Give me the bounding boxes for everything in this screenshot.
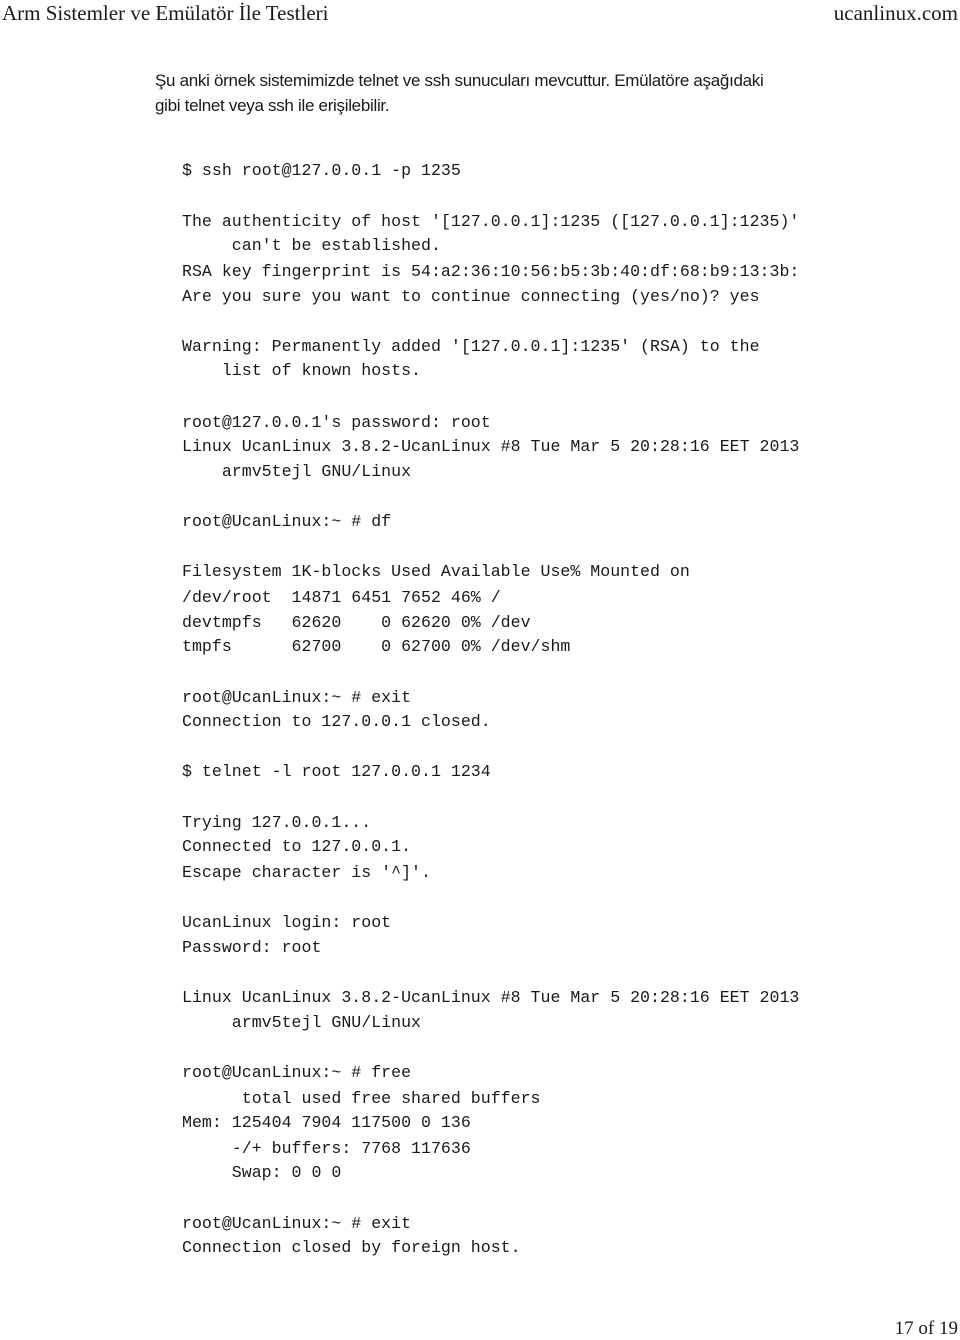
df-header-row: Filesystem 1K-blocks Used Available Use%…	[182, 562, 690, 581]
document-title: Arm Sistemler ve Emülatör İle Testleri	[2, 1, 329, 25]
df-row: devtmpfs 62620 0 62620 0% /dev	[182, 613, 531, 632]
output-line: Are you sure you want to continue connec…	[182, 287, 760, 306]
df-row: /dev/root 14871 6451 7652 46% /	[182, 588, 501, 607]
output-line: Connection closed by foreign host.	[182, 1238, 521, 1257]
output-line: Linux UcanLinux 3.8.2-UcanLinux #8 Tue M…	[182, 437, 800, 456]
output-line: Connected to 127.0.0.1.	[182, 837, 412, 856]
output-line: The authenticity of host '[127.0.0.1]:12…	[182, 212, 800, 231]
command-line: root@UcanLinux:~ # exit	[182, 1214, 412, 1233]
command-line: $ telnet -l root 127.0.0.1 1234	[182, 762, 491, 781]
free-row: Mem: 125404 7904 117500 0 136	[182, 1113, 471, 1132]
site-name: ucanlinux.com	[833, 1, 958, 25]
output-line: UcanLinux login: root	[182, 913, 392, 932]
command-line: root@UcanLinux:~ # exit	[182, 688, 412, 707]
output-line: Password: root	[182, 938, 322, 957]
output-line: armv5tejl GNU/Linux	[182, 1013, 421, 1032]
command-line: root@UcanLinux:~ # df	[182, 512, 392, 531]
command-line: root@UcanLinux:~ # free	[182, 1063, 412, 1082]
output-line: Trying 127.0.0.1...	[182, 813, 372, 832]
output-line: Connection to 127.0.0.1 closed.	[182, 712, 491, 731]
output-line: Warning: Permanently added '[127.0.0.1]:…	[182, 337, 760, 356]
output-line: Escape character is '^]'.	[182, 863, 431, 882]
free-header-row: total used free shared buffers	[182, 1089, 541, 1108]
free-row: -/+ buffers: 7768 117636	[182, 1139, 471, 1158]
output-line: Linux UcanLinux 3.8.2-UcanLinux #8 Tue M…	[182, 988, 800, 1007]
df-row: tmpfs 62700 0 62700 0% /dev/shm	[182, 637, 571, 656]
intro-line: Şu anki örnek sistemimizde telnet ve ssh…	[155, 71, 764, 90]
free-row: Swap: 0 0 0	[182, 1163, 342, 1182]
command-line: $ ssh root@127.0.0.1 -p 1235	[182, 161, 461, 180]
intro-line: gibi telnet veya ssh ile erişilebilir.	[155, 96, 390, 115]
page-number: 17 of 19	[894, 1318, 958, 1339]
output-line: RSA key fingerprint is 54:a2:36:10:56:b5…	[182, 262, 800, 281]
output-line: armv5tejl GNU/Linux	[182, 462, 412, 481]
output-line: can't be established.	[182, 236, 441, 255]
output-line: root@127.0.0.1's password: root	[182, 413, 491, 432]
output-line: list of known hosts.	[182, 361, 421, 380]
